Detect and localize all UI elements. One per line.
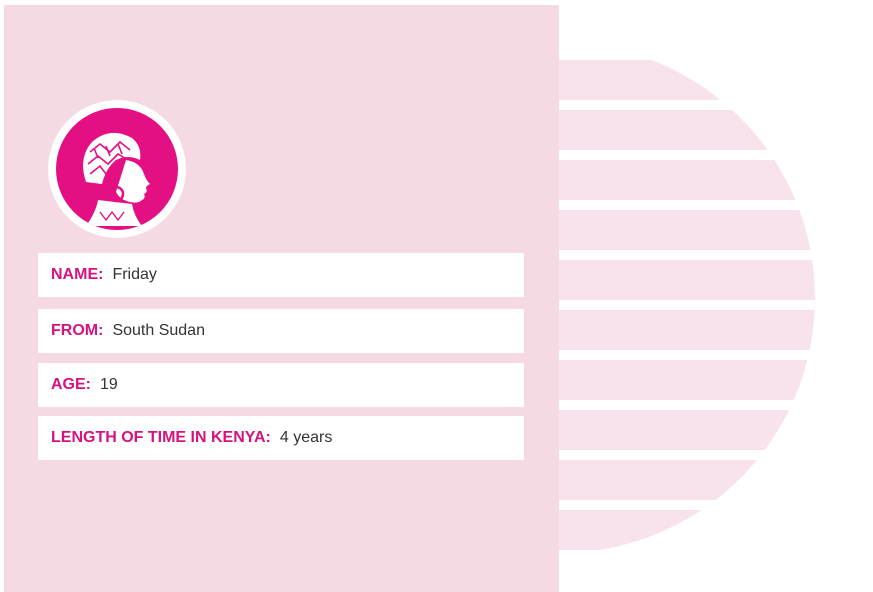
avatar-badge [56, 108, 178, 230]
time-in-kenya-label: LENGTH OF TIME IN KENYA: [51, 429, 271, 446]
age-value: 19 [100, 376, 118, 393]
name-value: Friday [112, 266, 157, 283]
time-in-kenya-value: 4 years [279, 429, 333, 446]
name-row: NAME: Friday [38, 253, 524, 297]
from-label: FROM: [51, 322, 104, 339]
name-label: NAME: [51, 266, 104, 283]
age-label: AGE: [51, 376, 91, 393]
avatar [48, 100, 186, 238]
profile-panel [4, 5, 559, 592]
woman-profile-headwrap-icon [83, 132, 150, 226]
from-value: South Sudan [112, 322, 205, 339]
time-in-kenya-row: LENGTH OF TIME IN KENYA: 4 years [38, 416, 524, 460]
from-row: FROM: South Sudan [38, 309, 524, 353]
age-row: AGE: 19 [38, 363, 524, 407]
